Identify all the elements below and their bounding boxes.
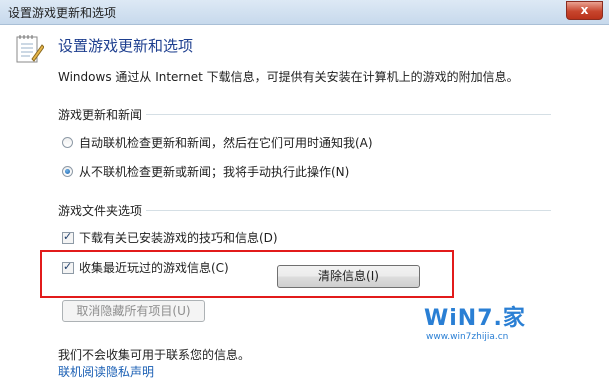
radio-button[interactable] [62,166,73,177]
window-title: 设置游戏更新和选项 [8,6,117,20]
radio-auto-check[interactable]: 自动联机检查更新和新闻，然后在它们可用时通知我(A) [62,134,373,151]
watermark-logo: WiN7.家 www.win7zhijia.cn [424,300,574,348]
radio-never-check[interactable]: 从不联机检查更新或新闻；我将手动执行此操作(N) [62,163,349,180]
page-title: 设置游戏更新和选项 [58,37,194,55]
title-bar: 设置游戏更新和选项 x [0,0,609,25]
radio-never-check-label: 从不联机检查更新或新闻；我将手动执行此操作(N) [79,165,350,179]
checkbox-download-tips-label: 下载有关已安装游戏的技巧和信息(D) [79,231,278,245]
close-icon: x [580,3,589,17]
highlight-annotation-box [40,250,454,298]
close-button[interactable]: x [566,1,603,20]
privacy-note: 我们不会收集可用于联系您的信息。 [58,348,251,362]
privacy-link[interactable]: 联机阅读隐私声明 [58,363,154,380]
section-label-folder: 游戏文件夹选项 [58,204,143,218]
watermark-brand: WiN7.家 [424,306,526,331]
watermark-url: www.win7zhijia.cn [426,332,509,342]
checkbox[interactable] [62,230,74,244]
radio-button[interactable] [62,137,73,148]
checkbox-download-tips[interactable]: 下载有关已安装游戏的技巧和信息(D) [62,229,278,246]
description-text: Windows 通过从 Internet 下载信息，可提供有关安装在计算机上的游… [58,70,519,84]
radio-auto-check-label: 自动联机检查更新和新闻，然后在它们可用时通知我(A) [79,136,373,150]
unhide-all-button[interactable]: 取消隐藏所有项目(U) [62,300,205,322]
section-divider [146,210,551,211]
section-divider [146,114,551,115]
notepad-settings-icon [16,35,44,63]
section-label-updates: 游戏更新和新闻 [58,108,143,122]
